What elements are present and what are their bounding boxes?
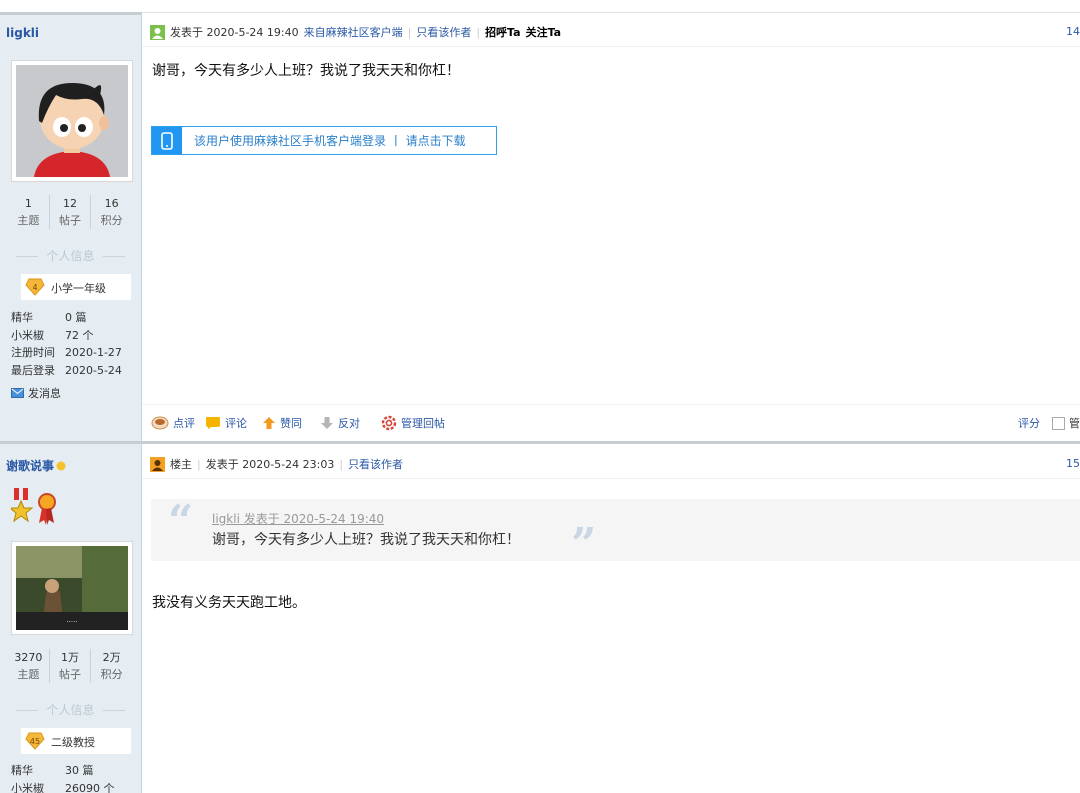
header-divider (142, 478, 1080, 479)
mobile-app-banner[interactable]: 该用户使用麻辣社区手机客户端登录 丨 请点击下载 (151, 126, 497, 155)
rate-action[interactable]: 评分 (1018, 415, 1040, 431)
only-author-link[interactable]: 只看该作者 (348, 456, 403, 472)
personal-info-title: 个人信息 (0, 247, 141, 264)
author-stats: 3270 主题 1万 帖子 2万 积分 (8, 649, 132, 683)
speech-bubble-icon (206, 417, 220, 429)
only-author-link[interactable]: 只看该作者 (416, 24, 471, 40)
post-header: 楼主 | 发表于 2020-5-24 23:03 | 只看该作者 (150, 455, 403, 473)
post-header: 发表于 2020-5-24 19:40 来自麻辣社区客户端 | 只看该作者 | … (150, 23, 561, 41)
floor-number[interactable]: 14 (1066, 25, 1080, 38)
level-badge-icon: 45 (25, 732, 45, 750)
envelope-icon (11, 388, 24, 398)
info-essence: 精华 0 篇 (11, 311, 87, 324)
manage-checkbox-area[interactable]: 管 (1052, 415, 1080, 431)
info-essence: 精华 30 篇 (11, 764, 94, 777)
medal-star-icon (8, 488, 34, 523)
info-last-login: 最后登录 2020-5-24 (11, 364, 122, 377)
user-level: 45 二级教授 (21, 728, 131, 754)
user-level: 4 小学一年级 (21, 274, 131, 300)
stat-topics[interactable]: 3270 主题 (8, 649, 49, 683)
post-content: 我没有义务天天跑工地。 (152, 595, 306, 611)
svg-text:·····: ····· (66, 618, 77, 626)
author-sidebar-2: 谢歌说事 ····· 3270 主题 1万 帖子 2万 积分 个人信息 45 二… (0, 441, 142, 793)
follow-link[interactable]: 关注Ta (526, 24, 562, 40)
arrow-up-icon (263, 417, 275, 429)
info-pepper: 小米椒 26090 个 (11, 782, 115, 793)
author-username[interactable]: 谢歌说事 (6, 457, 66, 474)
comment-action[interactable]: 点评 (151, 415, 195, 431)
level-title: 二级教授 (51, 736, 95, 749)
gear-icon (381, 415, 397, 431)
quote-block: “ ligkli 发表于 2020-5-24 19:40 谢哥，今天有多少人上班… (151, 496, 1080, 570)
online-user-icon (150, 24, 165, 40)
svg-text:45: 45 (30, 737, 40, 746)
select-checkbox[interactable] (1052, 416, 1065, 430)
post-2: 楼主 | 发表于 2020-5-24 23:03 | 只看该作者 15 “ li… (142, 441, 1080, 793)
phone-icon (152, 127, 182, 154)
owner-badge: 楼主 (170, 458, 192, 471)
open-quote-icon: “ (168, 496, 194, 547)
thread-owner-icon (150, 456, 165, 472)
send-message-link[interactable]: 发消息 (11, 385, 61, 401)
quote-author-link[interactable]: ligkli 发表于 2020-5-24 19:40 (212, 510, 384, 527)
stat-posts[interactable]: 1万 帖子 (48, 649, 91, 683)
manage-reply-action[interactable]: 管理回帖 (381, 415, 445, 431)
close-quote-icon: ” (571, 519, 597, 570)
bowl-icon (151, 416, 169, 430)
avatar[interactable] (11, 60, 133, 182)
verified-icon (56, 461, 66, 470)
reply-action[interactable]: 评论 (205, 415, 247, 431)
post-content: 谢哥，今天有多少人上班？我说了我天天和你杠！ (152, 63, 460, 79)
header-divider (142, 46, 1080, 47)
info-register-date: 注册时间 2020-1-27 (11, 346, 122, 359)
like-action[interactable]: 赞同 (262, 415, 302, 431)
post-actions: 点评 评论 赞同 反对 管理回帖 评分 管 (142, 404, 1080, 439)
medal-ribbon-icon (38, 493, 56, 525)
client-link[interactable]: 来自麻辣社区客户端 (304, 24, 403, 40)
author-sidebar-1: ligkli 1 主题 12 帖子 16 积分 个人信息 4 小学一年级 精华 0 篇 … (0, 12, 142, 441)
greet-link[interactable]: 招呼Ta (485, 24, 521, 40)
avatar[interactable]: ····· (11, 541, 133, 635)
medals (8, 487, 59, 530)
quote-text: 谢哥，今天有多少人上班？我说了我天天和你杠！ (212, 532, 520, 548)
arrow-down-icon (321, 417, 333, 429)
svg-text:4: 4 (32, 283, 37, 292)
stat-posts[interactable]: 12 帖子 (48, 195, 91, 229)
level-badge-icon: 4 (25, 278, 45, 296)
author-username[interactable]: ligkli (6, 26, 39, 40)
stat-points[interactable]: 2万 积分 (90, 649, 132, 683)
info-pepper: 小米椒 72 个 (11, 329, 94, 342)
oppose-action[interactable]: 反对 (320, 415, 360, 431)
personal-info-title: 个人信息 (0, 701, 141, 718)
author-stats: 1 主题 12 帖子 16 积分 (8, 195, 132, 229)
post-1: 发表于 2020-5-24 19:40 来自麻辣社区客户端 | 只看该作者 | … (142, 12, 1080, 438)
stat-points[interactable]: 16 积分 (90, 195, 132, 229)
floor-number[interactable]: 15 (1066, 457, 1080, 470)
level-title: 小学一年级 (51, 282, 106, 295)
stat-topics[interactable]: 1 主题 (8, 195, 49, 229)
